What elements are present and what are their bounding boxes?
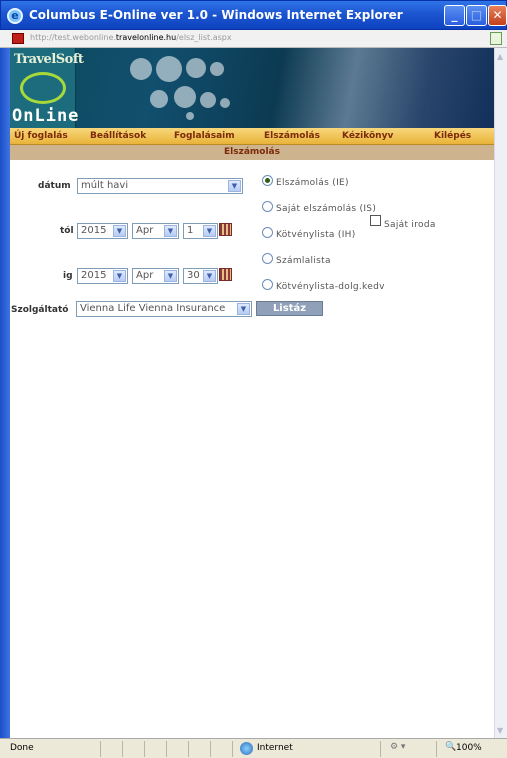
menu-item-uj-foglalas[interactable]: Új foglalás [14, 131, 68, 141]
tol-label: tól [60, 226, 74, 236]
chevron-down-icon: ▼ [203, 225, 216, 237]
minimize-button[interactable]: _ [444, 5, 465, 26]
chevron-down-icon: ▼ [164, 225, 177, 237]
close-button[interactable]: ✕ [488, 5, 507, 26]
sajat-iroda-checkbox[interactable] [370, 215, 381, 226]
radio-szamlalista[interactable] [262, 253, 273, 264]
banner-decoration [186, 58, 206, 78]
listaz-button[interactable]: Listáz [256, 301, 323, 316]
radio-kotvenylista-dolg-kedv[interactable] [262, 279, 273, 290]
chevron-down-icon: ▼ [203, 270, 216, 282]
banner-decoration [210, 62, 224, 76]
datum-label: dátum [38, 181, 71, 191]
chevron-down-icon: ▼ [113, 270, 126, 282]
calendar-icon[interactable] [219, 268, 232, 281]
zoom-icon[interactable]: 🔍 [445, 742, 456, 752]
banner-decoration [174, 86, 196, 108]
tol-year-select[interactable]: 2015 ▼ [77, 223, 128, 239]
site-favicon-icon [12, 33, 24, 44]
status-divider [144, 741, 145, 757]
maximize-button[interactable]: □ [466, 5, 487, 26]
logo-arrow-icon [20, 72, 66, 104]
szolgaltato-label: Szolgáltató [11, 305, 69, 315]
sajat-iroda-label: Saját iroda [384, 220, 436, 230]
vertical-scrollbar[interactable]: ▲ ▼ [494, 48, 507, 738]
status-text: Done [10, 743, 34, 753]
status-divider [166, 741, 167, 757]
tol-month-select[interactable]: Apr ▼ [132, 223, 179, 239]
radio-elszamolas-ie[interactable] [262, 175, 273, 186]
radio-kotvenylista-ih[interactable] [262, 227, 273, 238]
zoom-level[interactable]: 100% [456, 743, 482, 753]
page-compat-icon[interactable] [490, 32, 502, 45]
status-divider [436, 741, 437, 757]
menu-item-kezikonyv[interactable]: Kézikönyv [342, 131, 393, 141]
address-bar[interactable]: http://test.webonline.travelonline.hu/el… [0, 30, 507, 48]
status-bar: Done Internet ⚙ ▾ 🔍 100% [0, 738, 507, 758]
banner-decoration [150, 90, 168, 108]
radio-sajat-elszamolas-is[interactable] [262, 201, 273, 212]
radio-label[interactable]: Elszámolás (IE) [276, 178, 349, 188]
szolgaltato-select[interactable]: Vienna Life Vienna Insurance ▼ [76, 301, 252, 317]
radio-label[interactable]: Saját elszámolás (IS) [276, 204, 376, 214]
status-divider [122, 741, 123, 757]
status-divider [188, 741, 189, 757]
banner-decoration [200, 92, 216, 108]
main-menu: Új foglalás Beállítások Foglalásaim Elsz… [10, 128, 494, 145]
chevron-down-icon: ▼ [164, 270, 177, 282]
banner-decoration [186, 112, 194, 120]
page-title: Elszámolás [224, 147, 280, 157]
menu-item-elszamolas[interactable]: Elszámolás [264, 131, 320, 141]
ig-day-select[interactable]: 30 ▼ [183, 268, 218, 284]
window-title: Columbus E-Online ver 1.0 - Windows Inte… [29, 8, 403, 22]
status-divider [100, 741, 101, 757]
menu-item-kilepes[interactable]: Kilépés [434, 131, 471, 141]
menu-item-foglalasaim[interactable]: Foglalásaim [174, 131, 235, 141]
banner-decoration [156, 56, 182, 82]
window-title-bar[interactable]: e Columbus E-Online ver 1.0 - Windows In… [0, 0, 507, 30]
status-divider [232, 741, 233, 757]
status-divider [380, 741, 381, 757]
radio-label[interactable]: Kötvénylista (IH) [276, 230, 356, 240]
banner-decoration [220, 98, 230, 108]
radio-label[interactable]: Számlalista [276, 256, 331, 266]
globe-icon [240, 742, 253, 755]
header-banner: TravelSoft OnLine [10, 48, 494, 128]
status-divider [210, 741, 211, 757]
ig-month-select[interactable]: Apr ▼ [132, 268, 179, 284]
ig-year-select[interactable]: 2015 ▼ [77, 268, 128, 284]
ie-icon: e [7, 8, 23, 24]
scroll-up-icon[interactable]: ▲ [497, 52, 503, 61]
chevron-down-icon: ▼ [237, 303, 250, 315]
banner-decoration [130, 58, 152, 80]
protected-mode-icon[interactable]: ⚙ ▾ [390, 742, 405, 752]
chevron-down-icon: ▼ [113, 225, 126, 237]
scroll-down-icon[interactable]: ▼ [497, 726, 503, 735]
travelsoft-logo[interactable]: TravelSoft OnLine [10, 48, 84, 128]
page-title-bar: Elszámolás [10, 145, 494, 160]
url-text[interactable]: http://test.webonline.travelonline.hu/el… [30, 33, 232, 42]
menu-item-beallitasok[interactable]: Beállítások [90, 131, 146, 141]
chevron-down-icon: ▼ [228, 180, 241, 192]
calendar-icon[interactable] [219, 223, 232, 236]
radio-label[interactable]: Kötvénylista-dolg.kedv [276, 282, 385, 292]
security-zone[interactable]: Internet [257, 743, 293, 753]
window-left-border [0, 48, 10, 738]
ig-label: ig [63, 271, 73, 281]
datum-select[interactable]: múlt havi ▼ [77, 178, 243, 194]
tol-day-select[interactable]: 1 ▼ [183, 223, 218, 239]
